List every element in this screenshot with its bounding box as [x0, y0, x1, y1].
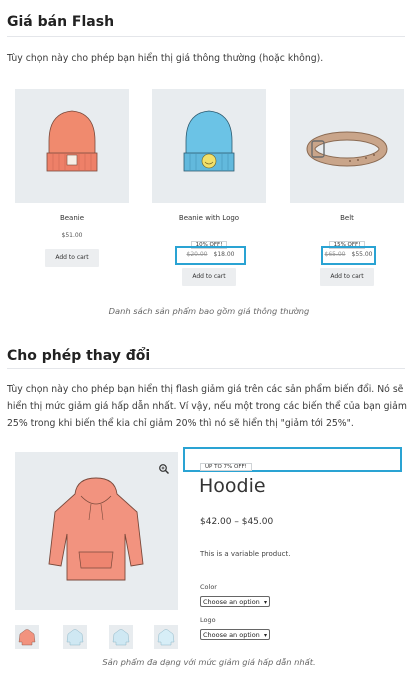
hoodie-thumb-icon — [112, 629, 130, 646]
old-price: $20.00 — [186, 251, 208, 258]
add-to-cart-button[interactable]: Add to cart — [45, 249, 99, 267]
hoodie-thumb-icon — [18, 629, 36, 646]
hoodie-thumb-icon — [66, 629, 84, 646]
beanie-hat-icon — [46, 110, 98, 172]
section-divider — [7, 368, 405, 369]
section-description: Tùy chọn này cho phép bạn hiển thị giá t… — [7, 53, 324, 64]
sale-badge: UP TO 7% OFF! — [200, 463, 252, 471]
gallery-thumbnail[interactable] — [109, 625, 133, 649]
logo-select[interactable]: Choose an option ▾ — [200, 629, 270, 640]
section-title-flash-price: Giá bán Flash — [7, 14, 115, 30]
color-select[interactable]: Choose an option ▾ — [200, 596, 270, 607]
chevron-down-icon: ▾ — [263, 632, 267, 639]
attribute-label-color: Color — [200, 583, 217, 591]
hoodie-icon — [48, 477, 144, 581]
beanie-logo-hat-icon — [183, 110, 235, 172]
product-price: $20.00 $18.00 — [175, 251, 246, 258]
description-line: Tùy chọn này cho phép bạn hiển thị flash… — [7, 384, 404, 395]
add-to-cart-button[interactable]: Add to cart — [320, 268, 374, 286]
sale-price: $55.00 — [351, 251, 373, 258]
select-value: Choose an option — [203, 631, 260, 639]
product-price: $51.00 — [61, 232, 83, 239]
belt-icon — [306, 131, 388, 167]
chevron-down-icon: ▾ — [263, 599, 267, 606]
product-image-beanie-with-logo[interactable] — [152, 89, 266, 203]
gallery-thumbnail[interactable] — [15, 625, 39, 649]
old-price: $65.00 — [324, 251, 346, 258]
gallery-thumbnail[interactable] — [63, 625, 87, 649]
description-line: hiển thị mức giảm giá hấp dẫn nhất. Ví v… — [7, 401, 407, 412]
product-name[interactable]: Beanie — [15, 214, 129, 222]
section-divider — [7, 36, 405, 37]
add-to-cart-button[interactable]: Add to cart — [182, 268, 236, 286]
figure-caption: Sản phẩm đa dạng với mức giảm giá hấp dẫ… — [102, 657, 316, 667]
product-price: $65.00 $55.00 — [321, 251, 376, 258]
product-name[interactable]: Beanie with Logo — [152, 214, 266, 222]
description-line: 25% trong khi biến thể kia chỉ giảm 20% … — [7, 418, 354, 429]
product-image-beanie[interactable] — [15, 89, 129, 203]
product-main-image[interactable] — [15, 452, 178, 610]
hoodie-thumb-icon — [157, 629, 175, 646]
section-description: Tùy chọn này cho phép bạn hiển thị flash… — [7, 381, 411, 432]
product-short-description: This is a variable product. — [200, 550, 291, 558]
magnifier-icon[interactable] — [158, 460, 170, 474]
sale-price: $18.00 — [213, 251, 235, 258]
product-title: Hoodie — [199, 475, 266, 497]
product-name[interactable]: Belt — [290, 214, 404, 222]
attribute-label-logo: Logo — [200, 616, 216, 624]
product-price-range: $42.00 – $45.00 — [200, 517, 274, 527]
select-value: Choose an option — [203, 598, 260, 606]
figure-caption: Danh sách sản phẩm bao gồm giá thông thư… — [108, 306, 310, 316]
gallery-thumbnail[interactable] — [154, 625, 178, 649]
product-image-belt[interactable] — [290, 89, 404, 203]
section-title-allow-variations: Cho phép thay đổi — [7, 348, 151, 364]
sale-badge-wrap: UP TO 7% OFF! — [200, 453, 252, 472]
